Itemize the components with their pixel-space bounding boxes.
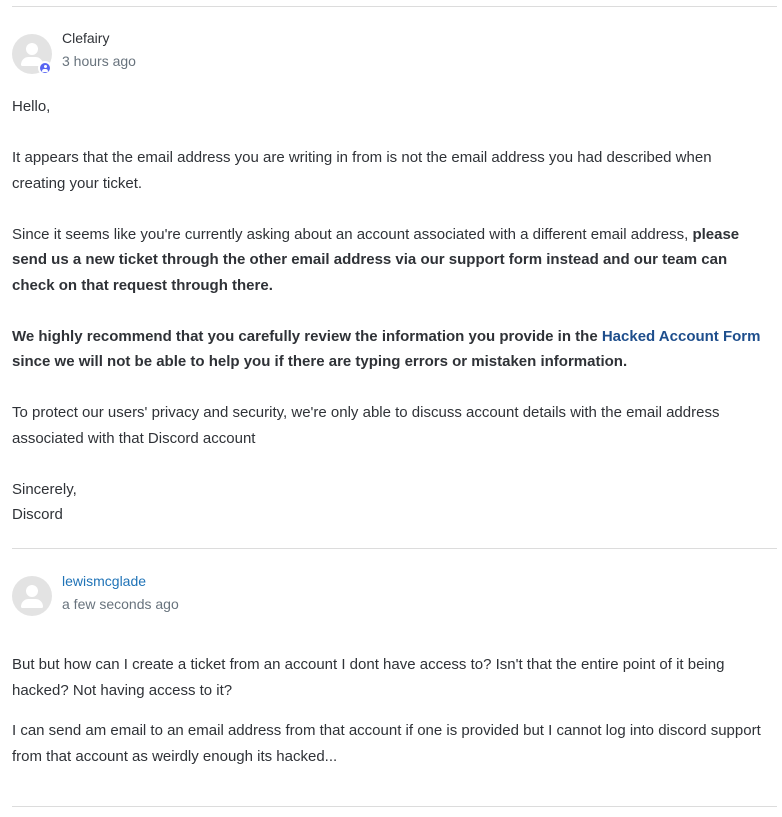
top-divider	[12, 6, 777, 7]
comment-timestamp[interactable]: a few seconds ago	[62, 595, 179, 613]
paragraph-bold-text: since we will not be able to help you if…	[12, 353, 628, 370]
comment-author: Clefairy	[62, 30, 110, 46]
signoff: Sincerely,	[12, 480, 77, 498]
signoff-name: Discord	[12, 506, 63, 523]
comment-divider	[12, 548, 777, 549]
paragraph: We highly recommend that you carefully r…	[12, 324, 762, 375]
paragraph-text: Since it seems like you're currently ask…	[12, 225, 693, 243]
agent-badge-icon	[38, 61, 52, 75]
bottom-divider	[12, 806, 777, 807]
user-silhouette-icon	[26, 43, 38, 55]
comment-body: Hello, It appears that the email address…	[12, 94, 762, 528]
paragraph-bold-text: We highly recommend that you carefully r…	[12, 327, 602, 345]
comment-header: Clefairy 3 hours ago	[12, 29, 762, 75]
paragraph: I can send am email to an email address …	[12, 722, 761, 765]
paragraph: To protect our users' privacy and securi…	[12, 404, 720, 447]
greeting: Hello,	[12, 98, 51, 115]
comment-agent: Clefairy 3 hours ago Hello, It appears t…	[12, 29, 762, 523]
paragraph: Since it seems like you're currently ask…	[12, 222, 762, 299]
paragraph: But but how can I create a ticket from a…	[12, 656, 725, 699]
comment-body: But but how can I create a ticket from a…	[12, 652, 762, 769]
comment-header: lewismcglade a few seconds ago	[12, 572, 762, 618]
comment-author-link[interactable]: lewismcglade	[62, 573, 146, 589]
avatar[interactable]	[12, 576, 52, 616]
paragraph: It appears that the email address you ar…	[12, 149, 712, 192]
hacked-account-form-link[interactable]: Hacked Account Form	[602, 328, 761, 345]
comment-user: lewismcglade a few seconds ago But but h…	[12, 572, 762, 765]
user-silhouette-icon	[26, 585, 38, 597]
comment-timestamp[interactable]: 3 hours ago	[62, 52, 136, 70]
